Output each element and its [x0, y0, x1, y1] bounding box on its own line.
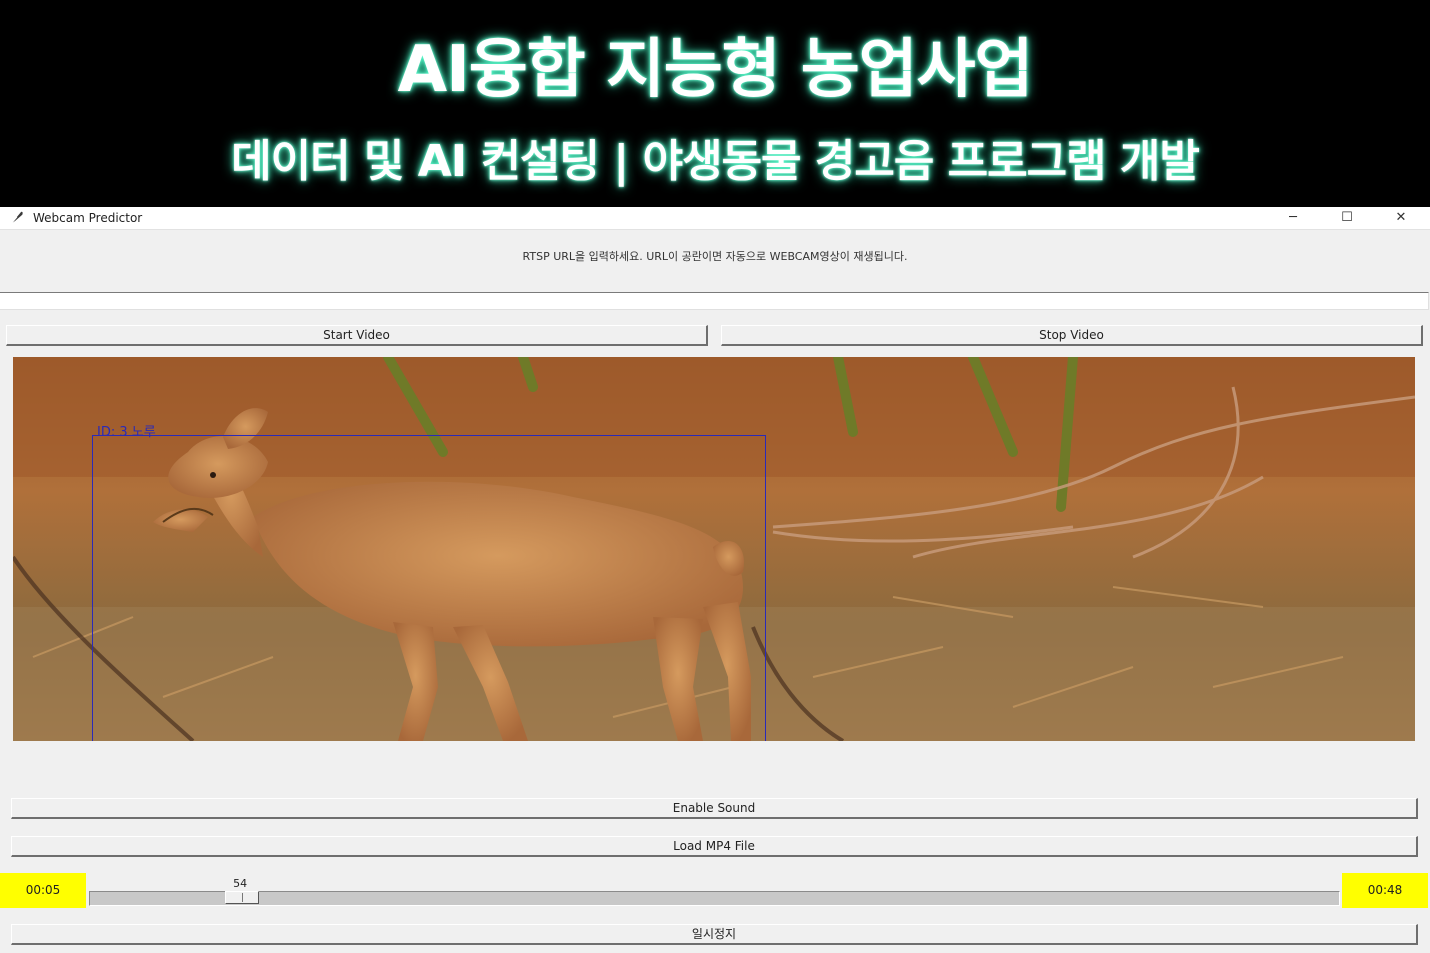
enable-sound-button[interactable]: Enable Sound: [11, 798, 1418, 819]
window-titlebar[interactable]: Webcam Predictor ─ ☐ ✕: [0, 207, 1430, 230]
slider-value-label: 54: [233, 877, 248, 890]
seek-slider[interactable]: [89, 891, 1340, 906]
seek-slider-thumb[interactable]: [225, 891, 260, 904]
rtsp-url-input[interactable]: [0, 292, 1429, 310]
video-frame: ID: 3 노루: [13, 357, 1415, 741]
pause-button[interactable]: 일시정지: [11, 924, 1418, 945]
minimize-button[interactable]: ─: [1270, 207, 1316, 229]
current-time-label: 00:05: [0, 873, 86, 908]
window-title: Webcam Predictor: [33, 211, 143, 225]
banner-title: AI융합 지능형 농업사업: [397, 33, 1034, 107]
load-mp4-button[interactable]: Load MP4 File: [11, 836, 1418, 857]
promo-banner: AI융합 지능형 농업사업 데이터 및 AI 컨설팅 | 야생동물 경고음 프로…: [0, 0, 1430, 207]
feather-icon: [11, 211, 23, 224]
maximize-button[interactable]: ☐: [1324, 207, 1370, 229]
url-instruction-label: RTSP URL을 입력하세요. URL이 공란이면 자동으로 WEBCAM영상…: [522, 250, 908, 263]
detection-bounding-box: [92, 435, 766, 741]
stop-video-button[interactable]: Stop Video: [721, 325, 1423, 346]
close-button[interactable]: ✕: [1378, 207, 1424, 229]
detection-label: ID: 3 노루: [97, 425, 156, 440]
start-video-button[interactable]: Start Video: [6, 325, 708, 346]
app-window: Webcam Predictor ─ ☐ ✕ RTSP URL을 입력하세요. …: [0, 207, 1430, 953]
total-time-label: 00:48: [1342, 873, 1428, 908]
banner-subtitle: 데이터 및 AI 컨설팅 | 야생동물 경고음 프로그램 개발: [231, 136, 1200, 187]
